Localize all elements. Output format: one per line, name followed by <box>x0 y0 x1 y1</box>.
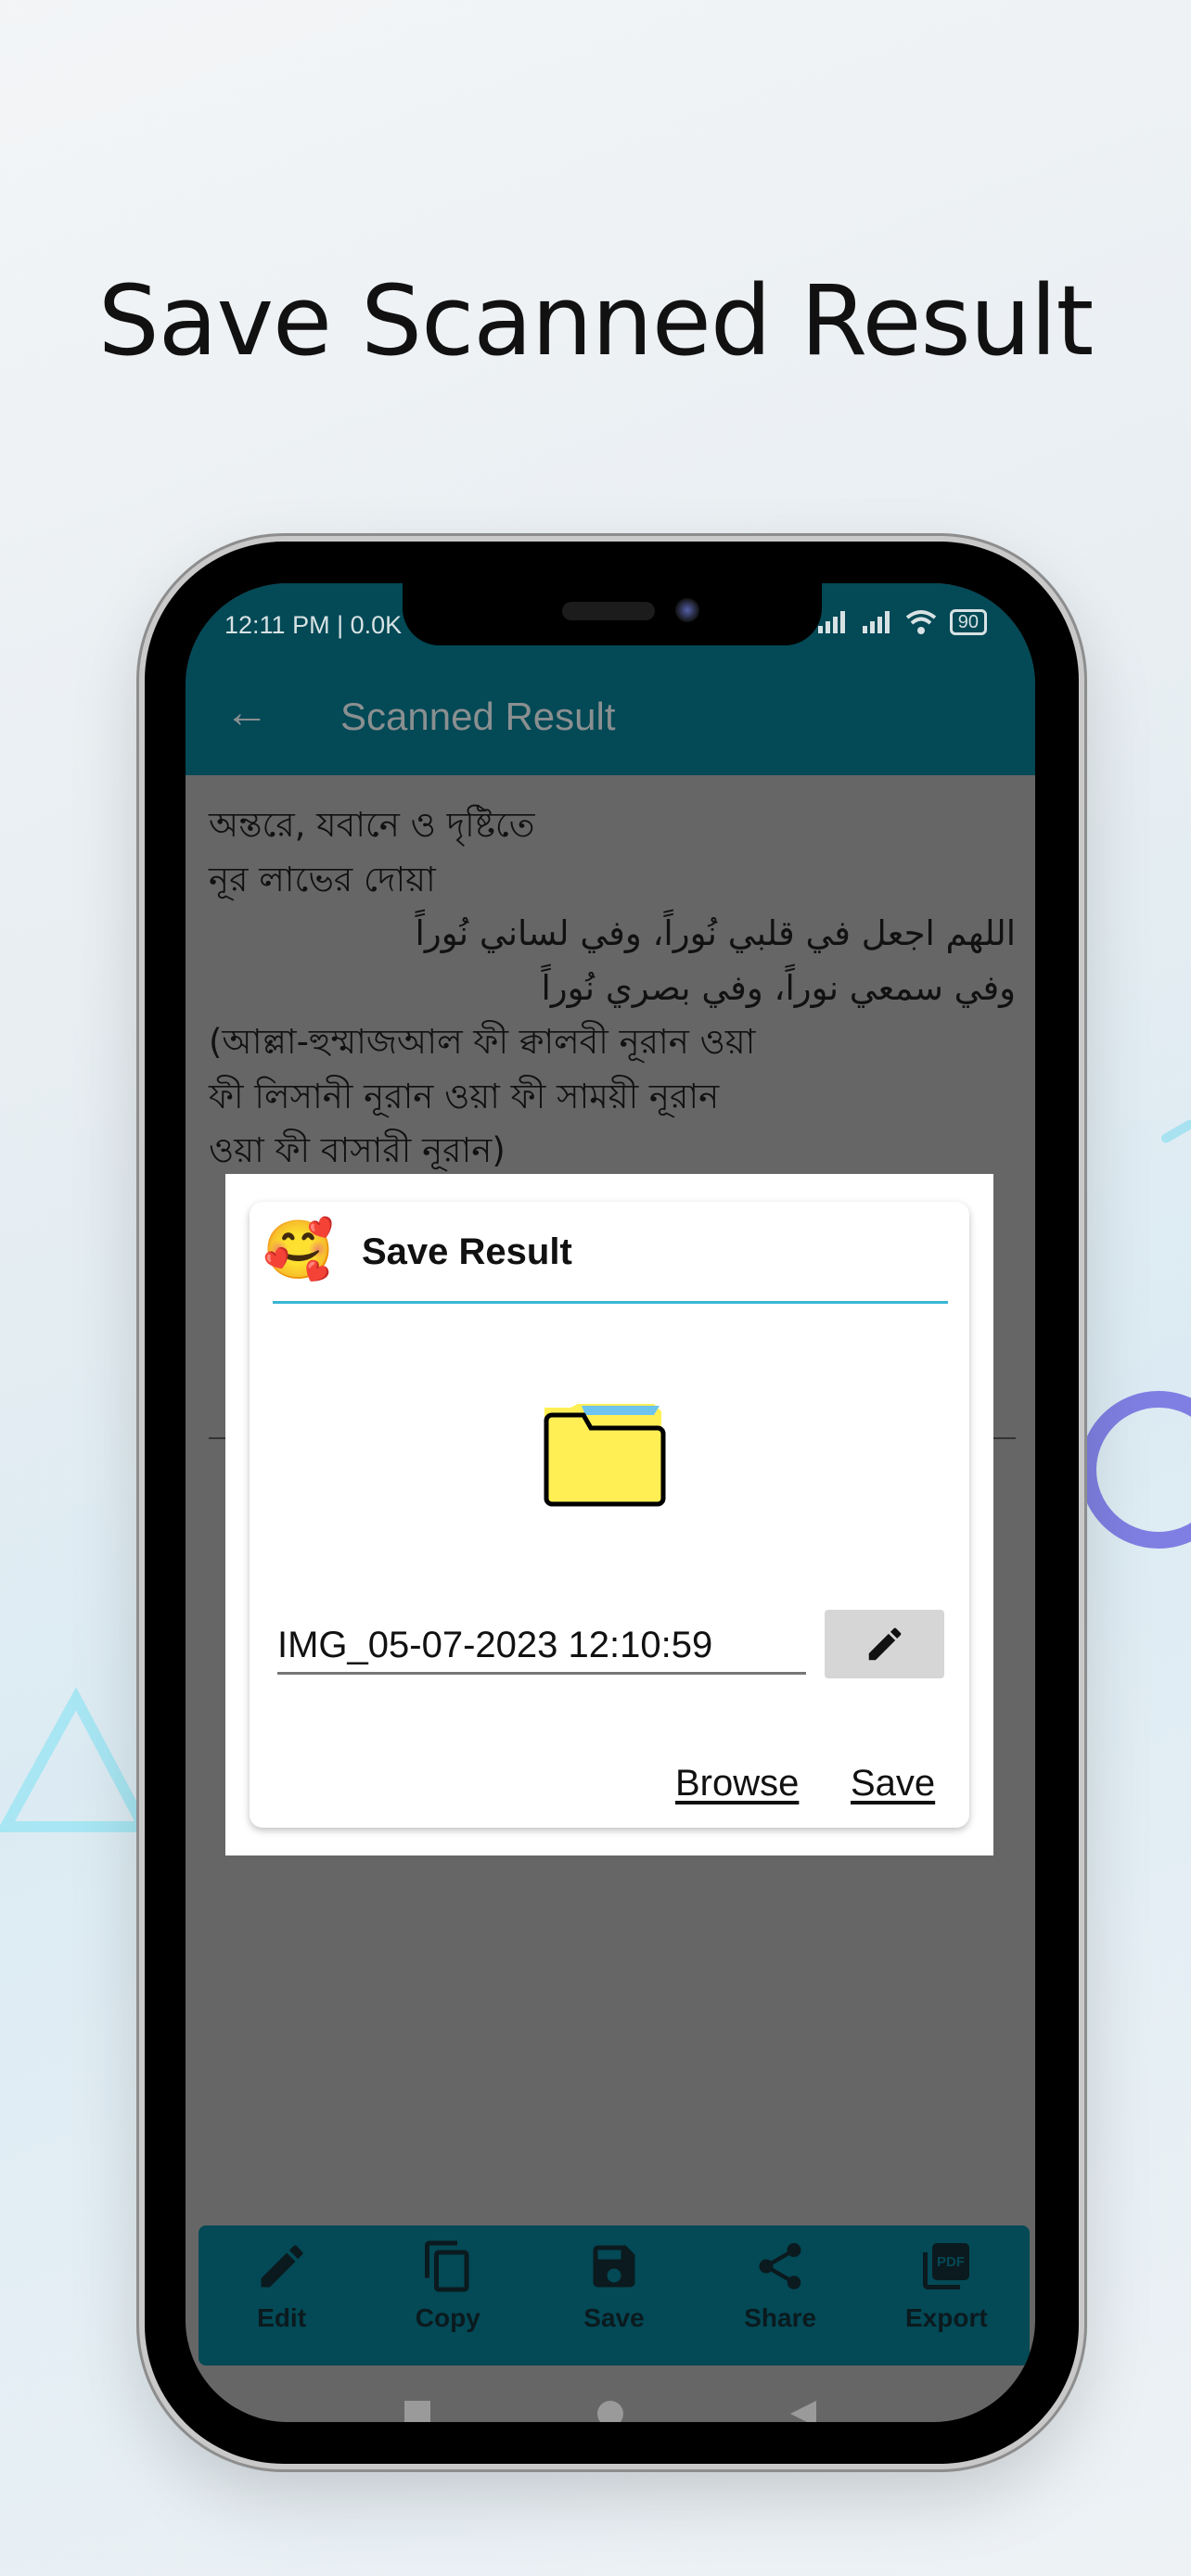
wifi-icon <box>905 610 936 634</box>
page-title: Scanned Result <box>340 695 616 738</box>
battery-indicator: 90 <box>949 609 987 635</box>
bottom-action-bar: Edit Copy Save Share PDF Export <box>198 2225 1030 2366</box>
decorative-ring <box>1080 1391 1191 1549</box>
text-line: ওয়া ফী বাসারী নূরান) <box>209 1130 506 1170</box>
decorative-triangle <box>0 1688 153 1832</box>
share-label: Share <box>744 2303 817 2332</box>
text-line: (আল্লা-হুম্মাজআল ফী ক্বালবী নূরান ওয়া <box>209 1022 756 1062</box>
text-line: اللهم اجعل في قلبي نُوراً، وفي لساني نُو… <box>415 913 1016 953</box>
promo-headline: Save Scanned Result <box>97 264 1095 377</box>
edit-button[interactable]: Edit <box>212 2225 352 2366</box>
svg-text:PDF: PDF <box>937 2254 965 2270</box>
copy-icon <box>424 2240 469 2292</box>
home-icon[interactable] <box>597 2401 623 2422</box>
edit-filename-button[interactable] <box>825 1610 944 1678</box>
save-action-label: Save <box>583 2303 645 2332</box>
notch <box>403 583 822 645</box>
title-divider <box>273 1301 948 1304</box>
share-button[interactable]: Share <box>711 2225 850 2366</box>
text-line: ফী লিসানী নূরান ওয়া ফী সাময়ী নূরান <box>209 1076 720 1116</box>
recents-icon[interactable] <box>404 2401 430 2422</box>
decorative-dash <box>1159 1117 1191 1145</box>
browse-button[interactable]: Browse <box>675 1763 799 1804</box>
text-line: وفي سمعي نوراً، وفي بصري نُوراً <box>541 967 1017 1008</box>
floppy-disk-icon <box>593 2245 635 2288</box>
status-icons: 90 <box>816 609 987 635</box>
dialog-title: Save Result <box>362 1231 572 1272</box>
status-time: 12:11 PM | 0.0K <box>224 611 403 639</box>
export-label: Export <box>905 2303 988 2332</box>
save-button[interactable]: Save <box>851 1763 935 1804</box>
camera <box>675 598 699 622</box>
speaker <box>562 602 655 620</box>
signal-icon-2 <box>862 611 890 633</box>
folder-icon <box>544 1404 666 1507</box>
system-nav-bar <box>186 2401 1035 2422</box>
pdf-icon: PDF <box>923 2243 970 2289</box>
dialog-card: 🥰 Save Result Browse Save <box>250 1202 969 1828</box>
save-action-button[interactable]: Save <box>544 2225 684 2366</box>
pencil-icon <box>261 2245 303 2288</box>
share-icon <box>759 2243 801 2289</box>
save-result-dialog: 🥰 Save Result Browse Save <box>225 1174 993 1855</box>
arrow-left-icon[interactable]: ← <box>224 687 269 738</box>
filename-input[interactable] <box>277 1619 806 1675</box>
scanned-text: অন্তরে, যবানে ও দৃষ্টিতে নূর লাভের দোয়া… <box>209 798 1016 1179</box>
copy-label: Copy <box>415 2303 480 2332</box>
text-line: অন্তরে, যবানে ও দৃষ্টিতে <box>209 805 535 845</box>
smiling-face-with-hearts-icon: 🥰 <box>263 1218 335 1282</box>
pencil-icon <box>868 1627 901 1661</box>
copy-button[interactable]: Copy <box>378 2225 518 2366</box>
text-line: নূর লাভের দোয়া <box>209 859 436 899</box>
export-button[interactable]: PDF Export <box>877 2225 1016 2366</box>
back-nav-icon[interactable] <box>790 2401 816 2422</box>
edit-label: Edit <box>257 2303 307 2332</box>
